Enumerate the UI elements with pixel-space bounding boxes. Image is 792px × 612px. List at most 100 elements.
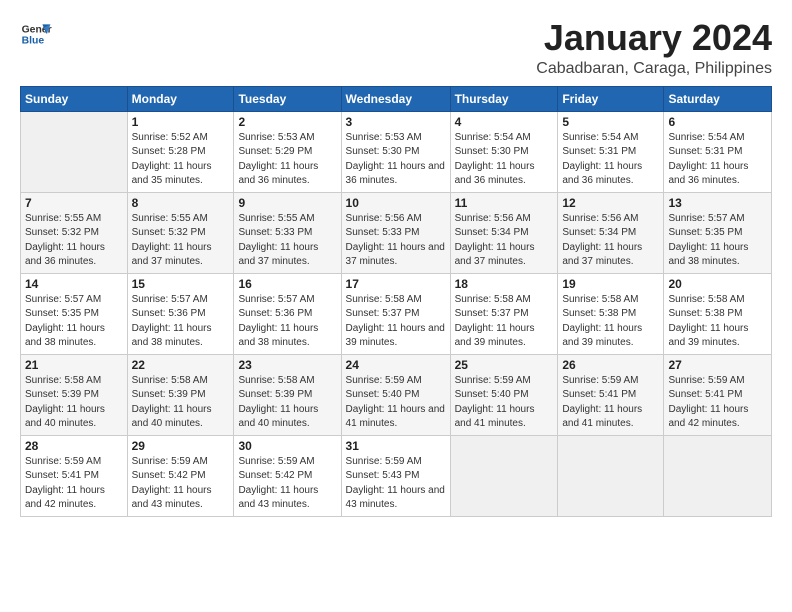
calendar-cell: 23Sunrise: 5:58 AMSunset: 5:39 PMDayligh… xyxy=(234,354,341,435)
calendar-cell: 8 Sunrise: 5:55 AMSunset: 5:32 PMDaylight… xyxy=(127,192,234,273)
calendar-cell: 7 Sunrise: 5:55 AMSunset: 5:32 PMDaylight… xyxy=(21,192,128,273)
calendar-cell: 27 Sunrise: 5:59 AMSunset: 5:41 PMDayligh… xyxy=(664,354,772,435)
day-number: 7 xyxy=(25,196,123,210)
day-info: Sunrise: 5:57 AMSunset: 5:36 PMDaylight:… xyxy=(238,293,336,351)
day-number: 9 xyxy=(238,196,336,210)
header-row: General Blue January 2024 Cabadbaran, Ca… xyxy=(20,18,772,78)
day-number: 24 xyxy=(346,358,446,372)
calendar-week-row: 21 Sunrise: 5:58 AMSunset: 5:39 PMDayligh… xyxy=(21,354,772,435)
calendar-cell: 6 Sunrise: 5:54 AMSunset: 5:31 PMDaylight… xyxy=(664,111,772,192)
day-number: 15 xyxy=(132,277,230,291)
title-block: January 2024 Cabadbaran, Caraga, Philipp… xyxy=(536,18,772,78)
day-info: Sunrise: 5:55 AMSunset: 5:33 PMDaylight:… xyxy=(238,212,336,270)
calendar-cell: 16 Sunrise: 5:57 AMSunset: 5:36 PMDayligh… xyxy=(234,273,341,354)
calendar-cell: 21 Sunrise: 5:58 AMSunset: 5:39 PMDayligh… xyxy=(21,354,128,435)
day-info: Sunrise: 5:58 AMSunset: 5:39 PMDaylight:… xyxy=(132,374,230,432)
calendar-table: Sunday Monday Tuesday Wednesday Thursday… xyxy=(20,86,772,517)
day-info: Sunrise: 5:59 AMSunset: 5:41 PMDaylight:… xyxy=(562,374,659,432)
calendar-cell: 3Sunrise: 5:53 AMSunset: 5:30 PMDaylight… xyxy=(341,111,450,192)
svg-text:Blue: Blue xyxy=(22,36,45,47)
day-number: 13 xyxy=(668,196,767,210)
day-info: Sunrise: 5:59 AMSunset: 5:41 PMDaylight:… xyxy=(25,455,123,513)
calendar-cell: 24 Sunrise: 5:59 AMSunset: 5:40 PMDayligh… xyxy=(341,354,450,435)
day-info: Sunrise: 5:59 AMSunset: 5:43 PMDaylight:… xyxy=(346,455,446,513)
day-number: 26 xyxy=(562,358,659,372)
day-info: Sunrise: 5:55 AMSunset: 5:32 PMDaylight:… xyxy=(25,212,123,270)
calendar-cell: 13 Sunrise: 5:57 AMSunset: 5:35 PMDayligh… xyxy=(664,192,772,273)
day-info: Sunrise: 5:57 AMSunset: 5:35 PMDaylight:… xyxy=(25,293,123,351)
calendar-header-row: Sunday Monday Tuesday Wednesday Thursday… xyxy=(21,86,772,111)
day-info: Sunrise: 5:56 AMSunset: 5:34 PMDaylight:… xyxy=(562,212,659,270)
calendar-cell: 29 Sunrise: 5:59 AMSunset: 5:42 PMDayligh… xyxy=(127,435,234,516)
calendar-cell: 19Sunrise: 5:58 AMSunset: 5:38 PMDayligh… xyxy=(558,273,664,354)
calendar-cell xyxy=(664,435,772,516)
day-info: Sunrise: 5:58 AMSunset: 5:38 PMDaylight:… xyxy=(668,293,767,351)
day-number: 19 xyxy=(562,277,659,291)
day-number: 29 xyxy=(132,439,230,453)
day-number: 31 xyxy=(346,439,446,453)
day-info: Sunrise: 5:59 AMSunset: 5:40 PMDaylight:… xyxy=(346,374,446,432)
calendar-cell: 9 Sunrise: 5:55 AMSunset: 5:33 PMDaylight… xyxy=(234,192,341,273)
day-info: Sunrise: 5:59 AMSunset: 5:42 PMDaylight:… xyxy=(132,455,230,513)
day-number: 4 xyxy=(455,115,554,129)
calendar-cell xyxy=(558,435,664,516)
day-number: 10 xyxy=(346,196,446,210)
calendar-cell: 4Sunrise: 5:54 AMSunset: 5:30 PMDaylight… xyxy=(450,111,558,192)
calendar-cell: 20 Sunrise: 5:58 AMSunset: 5:38 PMDayligh… xyxy=(664,273,772,354)
day-info: Sunrise: 5:57 AMSunset: 5:36 PMDaylight:… xyxy=(132,293,230,351)
day-info: Sunrise: 5:54 AMSunset: 5:31 PMDaylight:… xyxy=(562,131,659,189)
day-info: Sunrise: 5:58 AMSunset: 5:37 PMDaylight:… xyxy=(455,293,554,351)
day-number: 28 xyxy=(25,439,123,453)
calendar-cell: 30Sunrise: 5:59 AMSunset: 5:42 PMDayligh… xyxy=(234,435,341,516)
day-info: Sunrise: 5:54 AMSunset: 5:31 PMDaylight:… xyxy=(668,131,767,189)
day-number: 20 xyxy=(668,277,767,291)
calendar-week-row: 7 Sunrise: 5:55 AMSunset: 5:32 PMDaylight… xyxy=(21,192,772,273)
calendar-cell: 18 Sunrise: 5:58 AMSunset: 5:37 PMDayligh… xyxy=(450,273,558,354)
day-info: Sunrise: 5:55 AMSunset: 5:32 PMDaylight:… xyxy=(132,212,230,270)
day-info: Sunrise: 5:56 AMSunset: 5:33 PMDaylight:… xyxy=(346,212,446,270)
calendar-cell: 31 Sunrise: 5:59 AMSunset: 5:43 PMDayligh… xyxy=(341,435,450,516)
calendar-cell xyxy=(21,111,128,192)
day-number: 11 xyxy=(455,196,554,210)
calendar-cell xyxy=(450,435,558,516)
day-number: 18 xyxy=(455,277,554,291)
calendar-week-row: 28 Sunrise: 5:59 AMSunset: 5:41 PMDayligh… xyxy=(21,435,772,516)
day-number: 25 xyxy=(455,358,554,372)
header-tuesday: Tuesday xyxy=(234,86,341,111)
day-number: 1 xyxy=(132,115,230,129)
calendar-cell: 14 Sunrise: 5:57 AMSunset: 5:35 PMDayligh… xyxy=(21,273,128,354)
header-wednesday: Wednesday xyxy=(341,86,450,111)
day-number: 8 xyxy=(132,196,230,210)
calendar-cell: 28 Sunrise: 5:59 AMSunset: 5:41 PMDayligh… xyxy=(21,435,128,516)
calendar-cell: 11Sunrise: 5:56 AMSunset: 5:34 PMDayligh… xyxy=(450,192,558,273)
day-info: Sunrise: 5:58 AMSunset: 5:39 PMDaylight:… xyxy=(238,374,336,432)
header-monday: Monday xyxy=(127,86,234,111)
page-container: General Blue January 2024 Cabadbaran, Ca… xyxy=(0,0,792,527)
calendar-cell: 10 Sunrise: 5:56 AMSunset: 5:33 PMDayligh… xyxy=(341,192,450,273)
day-info: Sunrise: 5:59 AMSunset: 5:42 PMDaylight:… xyxy=(238,455,336,513)
day-number: 14 xyxy=(25,277,123,291)
day-number: 27 xyxy=(668,358,767,372)
header-thursday: Thursday xyxy=(450,86,558,111)
calendar-title: January 2024 xyxy=(536,18,772,58)
day-number: 12 xyxy=(562,196,659,210)
day-number: 21 xyxy=(25,358,123,372)
day-info: Sunrise: 5:59 AMSunset: 5:41 PMDaylight:… xyxy=(668,374,767,432)
day-number: 6 xyxy=(668,115,767,129)
calendar-cell: 25 Sunrise: 5:59 AMSunset: 5:40 PMDayligh… xyxy=(450,354,558,435)
day-info: Sunrise: 5:52 AMSunset: 5:28 PMDaylight:… xyxy=(132,131,230,189)
calendar-cell: 1 Sunrise: 5:52 AMSunset: 5:28 PMDaylight… xyxy=(127,111,234,192)
calendar-cell: 26 Sunrise: 5:59 AMSunset: 5:41 PMDayligh… xyxy=(558,354,664,435)
day-number: 5 xyxy=(562,115,659,129)
day-info: Sunrise: 5:58 AMSunset: 5:39 PMDaylight:… xyxy=(25,374,123,432)
calendar-week-row: 14 Sunrise: 5:57 AMSunset: 5:35 PMDayligh… xyxy=(21,273,772,354)
logo-icon: General Blue xyxy=(20,18,52,50)
logo: General Blue xyxy=(20,18,52,50)
day-number: 16 xyxy=(238,277,336,291)
calendar-cell: 17Sunrise: 5:58 AMSunset: 5:37 PMDayligh… xyxy=(341,273,450,354)
calendar-subtitle: Cabadbaran, Caraga, Philippines xyxy=(536,60,772,78)
day-info: Sunrise: 5:57 AMSunset: 5:35 PMDaylight:… xyxy=(668,212,767,270)
day-info: Sunrise: 5:59 AMSunset: 5:40 PMDaylight:… xyxy=(455,374,554,432)
day-number: 17 xyxy=(346,277,446,291)
header-saturday: Saturday xyxy=(664,86,772,111)
